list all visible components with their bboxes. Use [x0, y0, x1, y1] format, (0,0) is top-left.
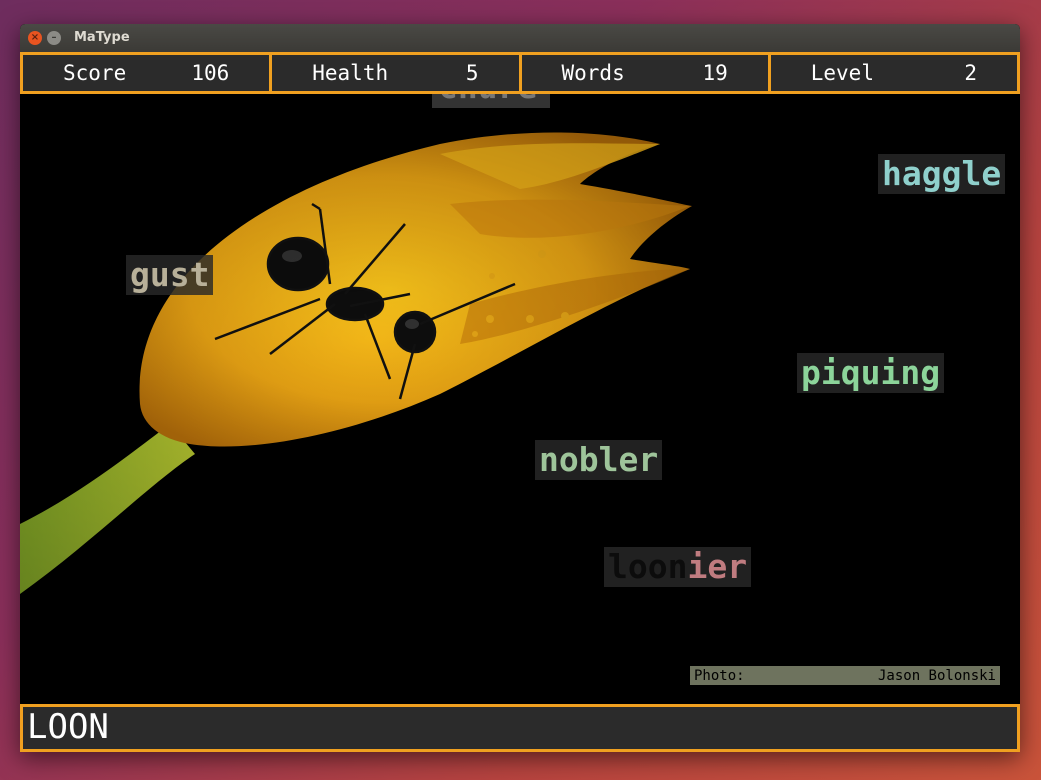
hud-health-label: Health	[312, 61, 389, 85]
falling-word-piquing: piquing	[797, 353, 945, 393]
offscreen-word-fragment: chure	[438, 94, 537, 106]
minimize-window-button[interactable]: –	[47, 31, 61, 45]
hud-words: Words 19	[518, 52, 771, 94]
photo-credit-author: Jason Bolonski	[877, 667, 996, 684]
hud-words-label: Words	[561, 61, 625, 85]
hud-score: Score 106	[20, 52, 273, 94]
falling-word-nobler: nobler	[535, 440, 663, 480]
hud-health: Health 5	[269, 52, 522, 94]
falling-word-haggle: haggle	[878, 154, 1006, 194]
typing-input[interactable]: LOON	[20, 704, 1020, 752]
word-remaining: piquing	[801, 353, 941, 392]
word-remaining: gust	[130, 255, 210, 294]
close-window-button[interactable]: ×	[28, 31, 42, 45]
hud-score-value: 106	[191, 61, 230, 85]
word-remaining: ier	[687, 547, 748, 586]
background-photo: chure	[20, 94, 1020, 704]
photo-credit: Photo: Jason Bolonski	[690, 666, 1000, 685]
photo-credit-label: Photo:	[694, 667, 745, 684]
window-title: MaType	[74, 30, 130, 45]
hud-level-label: Level	[810, 61, 874, 85]
falling-word-gust: gust	[126, 255, 214, 295]
titlebar: × – MaType	[20, 24, 1020, 52]
word-typed-part: loon	[608, 547, 688, 586]
word-remaining: haggle	[882, 154, 1002, 193]
hud-level-value: 2	[964, 61, 977, 85]
word-remaining: nobler	[539, 440, 659, 479]
hud-bar: Score 106 Health 5 Words 19 Level 2	[20, 52, 1020, 94]
hud-health-value: 5	[465, 61, 479, 85]
hud-level: Level 2	[767, 52, 1020, 94]
hud-words-value: 19	[702, 61, 728, 85]
falling-word-loonier: loonier	[604, 547, 752, 587]
game-scene: chure haggle gust piquing nobler loonier…	[20, 94, 1020, 704]
game-window: × – MaType Score 106 Health 5 Words 19 L…	[20, 24, 1020, 752]
hud-score-label: Score	[63, 61, 127, 85]
